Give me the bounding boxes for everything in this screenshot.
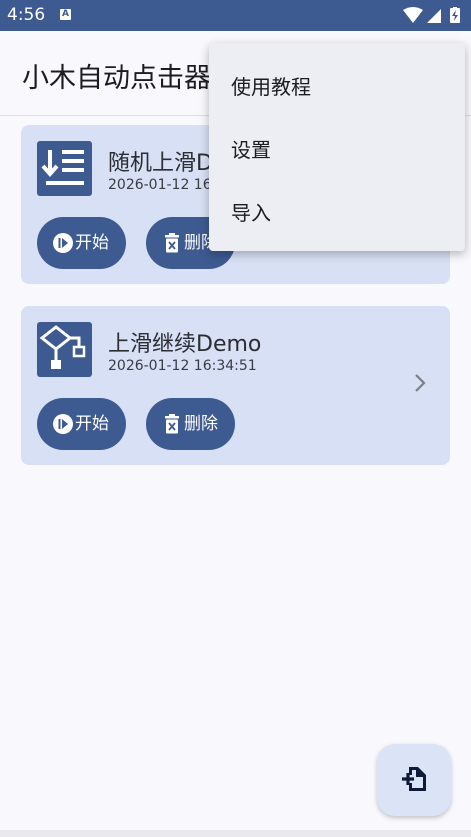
menu-item-tutorial[interactable]: 使用教程: [209, 53, 465, 115]
start-button[interactable]: 开始: [37, 398, 126, 450]
start-button[interactable]: 开始: [37, 217, 126, 269]
menu-item-label: 使用教程: [231, 75, 311, 99]
menu-item-settings[interactable]: 设置: [209, 116, 465, 178]
menu-item-import[interactable]: 导入: [209, 179, 465, 241]
play-circle-icon: [53, 233, 73, 253]
sort-list-icon: [37, 141, 92, 196]
play-circle-icon: [53, 414, 73, 434]
battery-charging-icon: [450, 7, 460, 23]
flowchart-icon: [37, 322, 92, 377]
menu-item-label: 导入: [231, 201, 271, 225]
menu-item-label: 设置: [231, 138, 271, 162]
navigation-bar: [0, 830, 471, 837]
signal-icon: [427, 9, 441, 23]
delete-label: 删除: [184, 414, 218, 434]
task-card[interactable]: 上滑继续Demo 2026-01-12 16:34:51 开始 删除: [21, 306, 450, 465]
status-icons: [403, 7, 465, 24]
status-time: 4:56: [7, 5, 46, 25]
chevron-right-icon[interactable]: [414, 373, 426, 393]
task-timestamp: 2026-01-12 16:34:51: [108, 358, 257, 374]
add-file-icon: [402, 767, 426, 791]
app-title: 小木自动点击器: [22, 63, 211, 94]
status-bar: 4:56 A: [0, 0, 471, 31]
delete-button[interactable]: 删除: [146, 398, 235, 450]
overflow-menu: 使用教程 设置 导入: [209, 43, 465, 251]
start-label: 开始: [75, 414, 109, 434]
start-label: 开始: [75, 233, 109, 253]
a-letter-icon: A: [60, 9, 71, 20]
wifi-icon: [403, 7, 423, 23]
trash-icon: [165, 233, 179, 253]
task-title: 上滑继续Demo: [108, 332, 262, 357]
trash-icon: [165, 414, 179, 434]
add-task-fab[interactable]: [377, 744, 451, 816]
